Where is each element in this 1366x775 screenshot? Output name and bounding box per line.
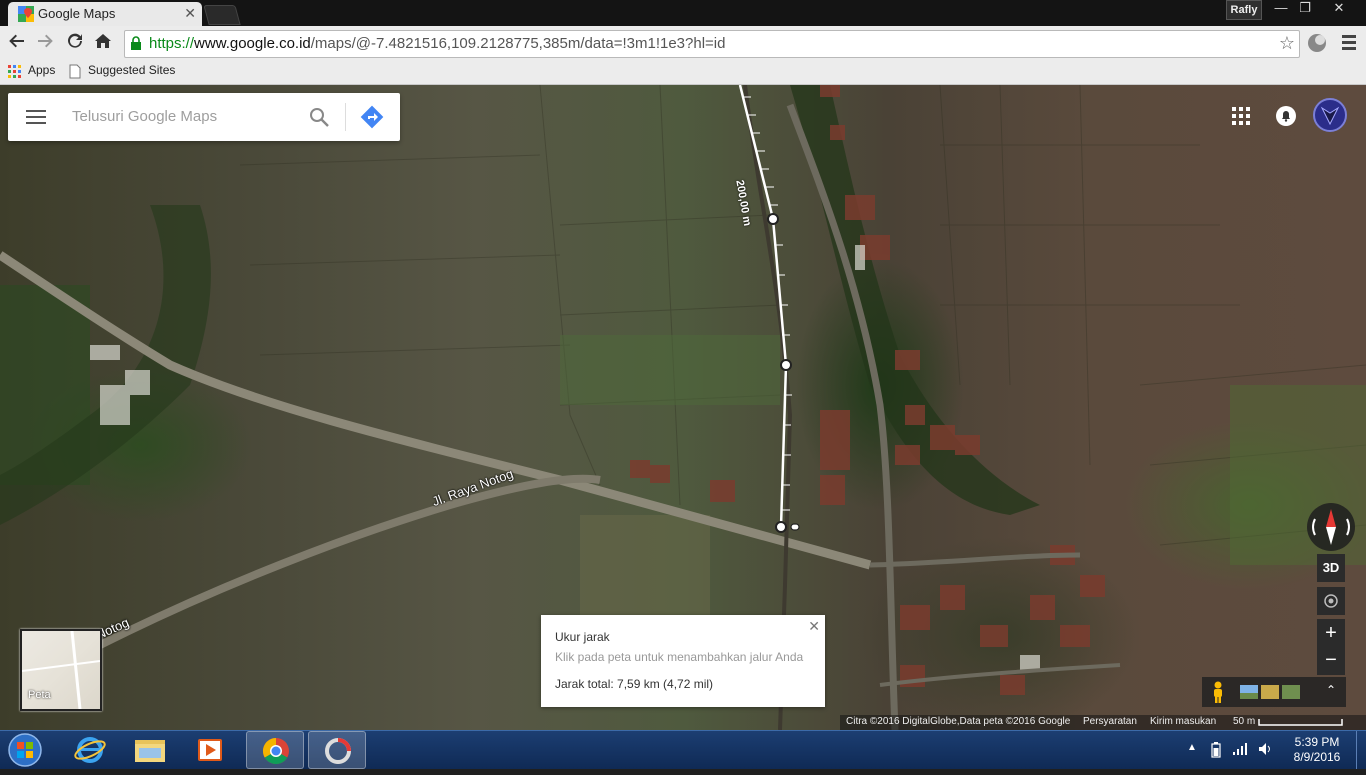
- internet-explorer-icon: [74, 737, 106, 763]
- network-icon[interactable]: [1232, 742, 1248, 756]
- compass-control[interactable]: [1307, 503, 1355, 551]
- taskbar: ▲ 5:39 PM 8/9/2016: [0, 730, 1366, 769]
- tab-google-maps[interactable]: Google Maps ✕: [8, 2, 202, 26]
- measure-total: Jarak total: 7,59 km (4,72 mil): [555, 677, 714, 691]
- measure-title: Ukur jarak: [555, 630, 610, 644]
- taskbar-chrome[interactable]: [246, 731, 304, 769]
- taskbar-media-player[interactable]: [181, 731, 239, 769]
- tray-expand-icon[interactable]: ▲: [1187, 742, 1197, 753]
- search-icon[interactable]: [308, 106, 330, 128]
- search-box: Telusuri Google Maps: [8, 93, 400, 141]
- my-location-button[interactable]: [1317, 587, 1345, 615]
- expand-icon[interactable]: ⌃: [1326, 683, 1336, 697]
- compass-icon: [1312, 509, 1350, 545]
- show-desktop-button[interactable]: [1356, 731, 1366, 769]
- lock-icon: [131, 36, 141, 50]
- pegman-icon[interactable]: [1210, 681, 1226, 703]
- tab-strip: Google Maps ✕ Rafly — ❐ ✕: [0, 0, 1366, 26]
- bookmarks-bar: Apps Suggested Sites: [0, 60, 1366, 85]
- profile-button[interactable]: Rafly: [1226, 0, 1262, 20]
- forward-icon[interactable]: [34, 32, 56, 54]
- back-icon[interactable]: [6, 32, 28, 54]
- media-player-icon: [198, 739, 222, 761]
- browser-toolbar: https://www.google.co.id/maps/@-7.482151…: [0, 26, 1366, 60]
- system-clock[interactable]: 5:39 PM 8/9/2016: [1282, 735, 1352, 765]
- url-text: https://www.google.co.id/maps/@-7.482151…: [149, 35, 726, 52]
- folder-icon: [135, 740, 165, 762]
- search-input[interactable]: Telusuri Google Maps: [72, 108, 217, 125]
- attribution-bar: Citra ©2016 DigitalGlobe,Data peta ©2016…: [840, 715, 1366, 730]
- google-maps-favicon-icon: [18, 6, 34, 22]
- battery-icon[interactable]: [1210, 742, 1222, 758]
- new-tab-button[interactable]: [203, 5, 241, 25]
- browser-menu-icon[interactable]: [1340, 32, 1358, 52]
- avatar[interactable]: [1313, 98, 1347, 132]
- directions-icon[interactable]: [360, 105, 384, 129]
- zoom-in-button[interactable]: +: [1317, 619, 1345, 647]
- start-button[interactable]: [6, 732, 44, 768]
- basemap-toggle[interactable]: Peta: [20, 629, 102, 711]
- reload-icon[interactable]: [64, 32, 86, 54]
- terms-link[interactable]: Persyaratan: [1083, 716, 1137, 727]
- scale-label: 50 m: [1233, 716, 1256, 727]
- menu-hamburger-icon[interactable]: [26, 110, 46, 124]
- measure-hint: Klik pada peta untuk menambahkan jalur A…: [555, 650, 804, 664]
- taskbar-explorer[interactable]: [121, 731, 179, 769]
- imagery-attribution: Citra ©2016 DigitalGlobe,Data peta ©2016…: [846, 716, 1071, 727]
- basemap-label: Peta: [28, 689, 51, 701]
- bookmark-apps[interactable]: Apps: [28, 63, 55, 77]
- notifications-bell-icon[interactable]: [1275, 105, 1297, 127]
- map-canvas[interactable]: 200,00 m Jl. Raya Notog Notog Telusuri G…: [0, 85, 1366, 730]
- close-window-icon[interactable]: ✕: [1322, 0, 1356, 18]
- tab-title: Google Maps: [38, 6, 116, 21]
- taskbar-app[interactable]: [308, 731, 366, 769]
- imagery-bar: ⌃: [1202, 677, 1346, 707]
- restore-icon[interactable]: ❐: [1288, 0, 1322, 18]
- close-icon[interactable]: ✕: [808, 618, 820, 635]
- chrome-icon: [262, 737, 289, 765]
- extension-icon[interactable]: [1306, 32, 1328, 54]
- volume-icon[interactable]: [1258, 742, 1274, 756]
- google-apps-icon[interactable]: [1232, 107, 1250, 125]
- taskbar-ie[interactable]: [61, 731, 119, 769]
- scale-bar: [1258, 719, 1343, 726]
- tab-close-icon[interactable]: ✕: [184, 5, 196, 22]
- clock-date: 8/9/2016: [1293, 750, 1341, 764]
- imagery-thumbnails[interactable]: [1240, 685, 1302, 699]
- feedback-link[interactable]: Kirim masukan: [1150, 716, 1216, 727]
- apps-grid-icon: [8, 65, 21, 78]
- address-bar[interactable]: https://www.google.co.id/maps/@-7.482151…: [124, 30, 1300, 58]
- 3d-button[interactable]: 3D: [1317, 554, 1345, 582]
- divider: [345, 103, 346, 131]
- page-icon: [69, 64, 81, 79]
- measure-distance-card: Ukur jarak Klik pada peta untuk menambah…: [541, 615, 825, 707]
- clock-time: 5:39 PM: [1294, 735, 1340, 749]
- zoom-out-button[interactable]: −: [1317, 647, 1345, 675]
- home-icon[interactable]: [92, 32, 114, 54]
- my-location-icon: [1324, 594, 1338, 608]
- bookmark-suggested-sites[interactable]: Suggested Sites: [88, 63, 175, 77]
- bookmark-star-icon[interactable]: ☆: [1279, 33, 1295, 54]
- app-icon: [325, 738, 351, 764]
